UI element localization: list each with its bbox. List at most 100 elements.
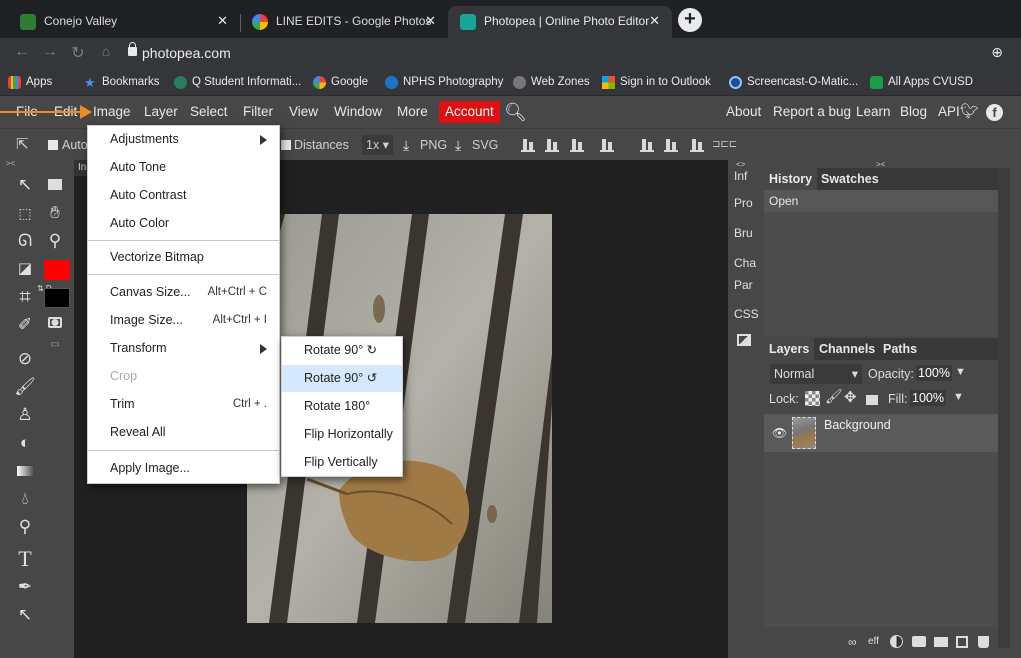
tab-swatches[interactable]: Swatches [816, 168, 884, 190]
dodge-tool-icon[interactable]: ⚲ [12, 514, 38, 540]
extension-plus-icon[interactable]: ⊕ [991, 44, 1003, 61]
side-tab-css[interactable]: CSS [734, 307, 759, 321]
forward-arrow-icon[interactable]: → [40, 43, 60, 61]
new-group-icon[interactable] [934, 637, 948, 647]
stamp-tool-icon[interactable]: ♙ [12, 402, 38, 428]
collapse-toggle-icon[interactable]: >< [0, 160, 74, 168]
menu-item-reveal-all[interactable]: Reveal All [88, 419, 279, 446]
new-tab-button[interactable]: + [678, 8, 702, 32]
menu-item-transform[interactable]: Transform [88, 335, 279, 362]
link-layers-icon[interactable]: ∞ [848, 635, 857, 649]
quick-selection-icon[interactable]: ◪ [12, 256, 38, 282]
panel-scrollbar[interactable] [998, 168, 1010, 648]
url-field[interactable]: photopea.com [142, 40, 231, 66]
layer-row-background[interactable]: 👁︎ Background [764, 414, 998, 452]
side-tab-brush[interactable]: Bru [734, 226, 753, 240]
align-middle-icon[interactable] [664, 138, 678, 152]
bookmark-google[interactable]: Google [313, 68, 368, 96]
export-png-button[interactable]: PNG [420, 129, 447, 161]
hand-tool-icon[interactable]: ✋︎ [42, 200, 68, 226]
distribute-vertical-icon[interactable] [600, 138, 614, 152]
align-right-icon[interactable] [570, 138, 584, 152]
lock-paint-icon[interactable]: 🖌︎ [825, 388, 843, 405]
tab-channels[interactable]: Channels [814, 338, 880, 360]
layer-mask-icon[interactable] [912, 636, 926, 647]
zoom-tool-icon[interactable]: ⚲ [42, 228, 68, 254]
back-arrow-icon[interactable]: ← [12, 43, 32, 61]
eyedropper-tool-icon[interactable]: ✐ [12, 312, 38, 338]
account-button[interactable]: Account [439, 101, 500, 123]
side-tab-info[interactable]: Inf [734, 169, 747, 183]
menu-window[interactable]: Window [334, 96, 382, 128]
align-bottom-icon[interactable] [690, 138, 704, 152]
menu-image[interactable]: Image [93, 96, 131, 128]
background-color-swatch[interactable] [44, 288, 70, 308]
bookmark-q-student[interactable]: Q Student Informati... [174, 68, 301, 96]
close-tab-icon[interactable]: ✕ [217, 6, 228, 36]
bookmark-apps[interactable]: Apps [8, 68, 52, 96]
download-png-icon[interactable]: ⤓ [403, 129, 409, 161]
menu-about[interactable]: About [726, 96, 761, 128]
blur-tool-icon[interactable]: 💧︎ [12, 486, 38, 512]
download-svg-icon[interactable]: ⤓ [455, 129, 461, 161]
lasso-tool-icon[interactable]: ᘏ [12, 228, 38, 254]
browser-tab-conejo-valley[interactable]: Conejo Valley ✕ [8, 6, 240, 38]
side-tab-paragraph[interactable]: Par [734, 278, 753, 292]
home-icon[interactable]: ⌂ [96, 43, 116, 59]
auto-select-checkbox[interactable] [48, 140, 58, 150]
menu-item-rotate-90-cw[interactable]: Rotate 90° ↻ [282, 337, 402, 364]
tab-history[interactable]: History [764, 168, 818, 190]
move-tool-icon[interactable]: ⇱ [16, 129, 29, 161]
facebook-icon[interactable]: f [986, 104, 1003, 121]
expand-toggle-icon[interactable]: <> [736, 160, 745, 169]
crop-tool-icon[interactable]: ⌗ [12, 284, 38, 310]
tab-paths[interactable]: Paths [878, 338, 922, 360]
reload-icon[interactable]: ↻ [68, 43, 88, 63]
fill-dropdown-icon[interactable]: ▼ [953, 391, 964, 403]
lock-position-icon[interactable]: ✥ [844, 388, 857, 406]
menu-item-apply-image[interactable]: Apply Image... [88, 455, 279, 482]
healing-tool-icon[interactable]: ⊘ [12, 346, 38, 372]
align-center-icon[interactable] [545, 138, 559, 152]
align-left-icon[interactable] [521, 138, 535, 152]
foreground-color-swatch[interactable] [44, 260, 70, 280]
twitter-icon[interactable]: 🐦︎ [960, 96, 979, 128]
bookmark-nphs-photography[interactable]: NPHS Photography [385, 68, 503, 96]
bookmark-screencast[interactable]: Screencast-O-Matic... [729, 68, 858, 96]
tab-layers[interactable]: Layers [764, 338, 815, 360]
menu-filter[interactable]: Filter [243, 96, 273, 128]
align-top-icon[interactable] [640, 138, 654, 152]
lock-transparency-icon[interactable] [805, 391, 820, 406]
fill-input[interactable]: 100% [910, 390, 946, 406]
layer-effects-icon[interactable]: eff [868, 636, 879, 647]
menu-item-auto-color[interactable]: Auto Color [88, 210, 279, 237]
opacity-input[interactable]: 100% [916, 365, 952, 381]
delete-layer-icon[interactable] [978, 636, 989, 648]
bookmark-web-zones[interactable]: Web Zones [513, 68, 590, 96]
search-icon[interactable]: 🔍︎ [504, 96, 527, 128]
menu-item-trim[interactable]: Trim Ctrl + . [88, 391, 279, 418]
close-tab-icon[interactable]: ✕ [425, 6, 436, 36]
menu-item-auto-tone[interactable]: Auto Tone [88, 154, 279, 181]
menu-report-bug[interactable]: Report a bug [773, 96, 851, 128]
menu-item-vectorize-bitmap[interactable]: Vectorize Bitmap [88, 244, 279, 271]
pen-tool-icon[interactable]: ✒︎ [12, 574, 38, 600]
menu-item-flip-horizontally[interactable]: Flip Horizontally [282, 421, 402, 448]
export-svg-button[interactable]: SVG [472, 129, 498, 161]
menu-api[interactable]: API [938, 96, 960, 128]
export-scale-select[interactable]: 1x ▾ [362, 135, 393, 155]
side-tab-character[interactable]: Cha [734, 256, 756, 270]
menu-layer[interactable]: Layer [144, 96, 178, 128]
lock-all-icon[interactable] [866, 395, 878, 405]
side-tab-properties[interactable]: Pro [734, 196, 753, 210]
browser-tab-photopea[interactable]: Photopea | Online Photo Editor ✕ [448, 6, 672, 38]
menu-item-rotate-90-ccw[interactable]: Rotate 90° ↺ [282, 365, 402, 392]
marquee-rect-icon[interactable] [42, 172, 68, 198]
browser-tab-google-photos[interactable]: LINE EDITS - Google Photos ✕ [240, 6, 448, 38]
blend-mode-select[interactable]: Normal ▾ [770, 364, 862, 384]
eraser-tool-icon[interactable]: ◐ [12, 430, 38, 456]
menu-item-adjustments[interactable]: Adjustments [88, 126, 279, 153]
screen-mode-icon[interactable]: ▭ [42, 332, 68, 358]
gradient-tool-icon[interactable] [12, 458, 38, 484]
bookmark-outlook[interactable]: Sign in to Outlook [602, 68, 711, 96]
